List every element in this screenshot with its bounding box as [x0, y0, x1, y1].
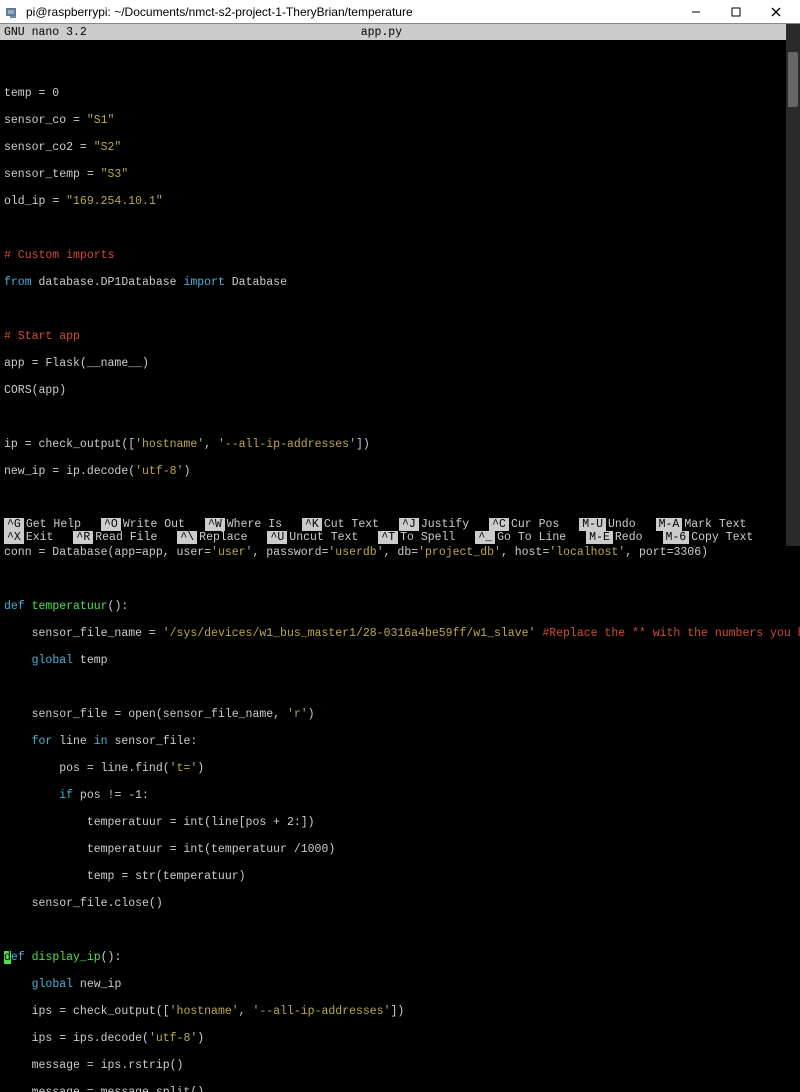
code-line	[4, 681, 796, 695]
code-line: # Custom imports	[4, 249, 796, 263]
code-line	[4, 60, 796, 74]
code-line	[4, 303, 796, 317]
code-line: # Start app	[4, 330, 796, 344]
window-controls	[676, 1, 796, 23]
putty-icon	[4, 4, 20, 20]
code-line	[4, 924, 796, 938]
code-line: def temperatuur():	[4, 600, 796, 614]
code-line: temperatuur = int(line[pos + 2:])	[4, 816, 796, 830]
code-line	[4, 573, 796, 587]
code-line: app = Flask(__name__)	[4, 357, 796, 371]
code-line: conn = Database(app=app, user='user', pa…	[4, 546, 796, 560]
shortcut-mark[interactable]: M-AMark Text	[656, 518, 747, 531]
code-line: ip = check_output(['hostname', '--all-ip…	[4, 438, 796, 452]
shortcut-copy[interactable]: M-6Copy Text	[663, 531, 754, 544]
code-line: temp = 0	[4, 87, 796, 101]
code-line	[4, 411, 796, 425]
code-line: message = ips.rstrip()	[4, 1059, 796, 1073]
code-line: sensor_file_name = '/sys/devices/w1_bus_…	[4, 627, 796, 641]
code-line: ips = check_output(['hostname', '--all-i…	[4, 1005, 796, 1019]
footer-row-2: ^XExit ^RRead File ^\Replace ^UUncut Tex…	[4, 531, 796, 544]
code-line	[4, 492, 796, 506]
shortcut-readfile[interactable]: ^RRead File	[73, 531, 157, 544]
code-line: from database.DP1Database import Databas…	[4, 276, 796, 290]
code-line: pos = line.find('t=')	[4, 762, 796, 776]
scrollbar[interactable]	[786, 24, 800, 546]
close-button[interactable]	[756, 1, 796, 23]
code-line: message = message.split()	[4, 1086, 796, 1092]
code-line	[4, 222, 796, 236]
code-line: new_ip = ip.decode('utf-8')	[4, 465, 796, 479]
code-line: ips = ips.decode('utf-8')	[4, 1032, 796, 1046]
code-line: sensor_temp = "S3"	[4, 168, 796, 182]
shortcut-redo[interactable]: M-ERedo	[586, 531, 642, 544]
shortcut-uncut[interactable]: ^UUncut Text	[267, 531, 358, 544]
code-line: sensor_file.close()	[4, 897, 796, 911]
footer-row-1: ^GGet Help ^OWrite Out ^WWhere Is ^KCut …	[4, 518, 796, 531]
code-line: CORS(app)	[4, 384, 796, 398]
maximize-button[interactable]	[716, 1, 756, 23]
window-titlebar: pi@raspberrypi: ~/Documents/nmct-s2-proj…	[0, 0, 800, 24]
nano-header: GNU nano 3.2 app.py	[0, 24, 800, 40]
code-line: temp = str(temperatuur)	[4, 870, 796, 884]
shortcut-exit[interactable]: ^XExit	[4, 531, 53, 544]
cursor: d	[4, 951, 11, 964]
editor-area[interactable]: temp = 0 sensor_co = "S1" sensor_co2 = "…	[0, 40, 800, 1092]
shortcut-spell[interactable]: ^TTo Spell	[378, 531, 455, 544]
shortcut-curpos[interactable]: ^CCur Pos	[489, 518, 559, 531]
window-title: pi@raspberrypi: ~/Documents/nmct-s2-proj…	[26, 5, 676, 19]
code-line: for line in sensor_file:	[4, 735, 796, 749]
shortcut-cut[interactable]: ^KCut Text	[302, 518, 379, 531]
shortcut-replace[interactable]: ^\Replace	[177, 531, 247, 544]
code-line: sensor_co2 = "S2"	[4, 141, 796, 155]
code-line: if pos != -1:	[4, 789, 796, 803]
code-line: sensor_file = open(sensor_file_name, 'r'…	[4, 708, 796, 722]
minimize-button[interactable]	[676, 1, 716, 23]
shortcut-whereis[interactable]: ^WWhere Is	[205, 518, 282, 531]
shortcut-goto[interactable]: ^_Go To Line	[475, 531, 566, 544]
code-line: temperatuur = int(temperatuur /1000)	[4, 843, 796, 857]
shortcut-undo[interactable]: M-UUndo	[579, 518, 635, 531]
code-line: global temp	[4, 654, 796, 668]
code-line: def display_ip():	[4, 951, 796, 965]
shortcut-justify[interactable]: ^JJustify	[399, 518, 469, 531]
code-line: global new_ip	[4, 978, 796, 992]
code-line: old_ip = "169.254.10.1"	[4, 195, 796, 209]
shortcut-writeout[interactable]: ^OWrite Out	[101, 518, 185, 531]
code-line: sensor_co = "S1"	[4, 114, 796, 128]
nano-filename: app.py	[0, 26, 796, 39]
scrollbar-thumb[interactable]	[788, 52, 798, 107]
shortcut-help[interactable]: ^GGet Help	[4, 518, 81, 531]
nano-footer: ^GGet Help ^OWrite Out ^WWhere Is ^KCut …	[0, 518, 800, 546]
